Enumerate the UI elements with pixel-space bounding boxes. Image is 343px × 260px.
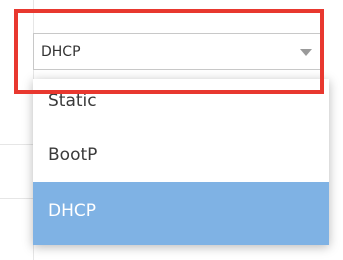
option-bootp[interactable]: BootP — [33, 128, 329, 182]
caret-down-icon[interactable] — [300, 49, 312, 56]
background-divider — [0, 198, 33, 199]
dropdown-menu: Static BootP DHCP — [33, 79, 329, 245]
background-divider — [0, 144, 33, 145]
select-value: DHCP — [41, 44, 81, 60]
option-static[interactable]: Static — [33, 74, 329, 128]
screen: DHCP Static BootP DHCP — [0, 0, 343, 260]
ip-mode-select[interactable]: DHCP — [33, 33, 324, 70]
option-dhcp[interactable]: DHCP — [33, 182, 329, 245]
